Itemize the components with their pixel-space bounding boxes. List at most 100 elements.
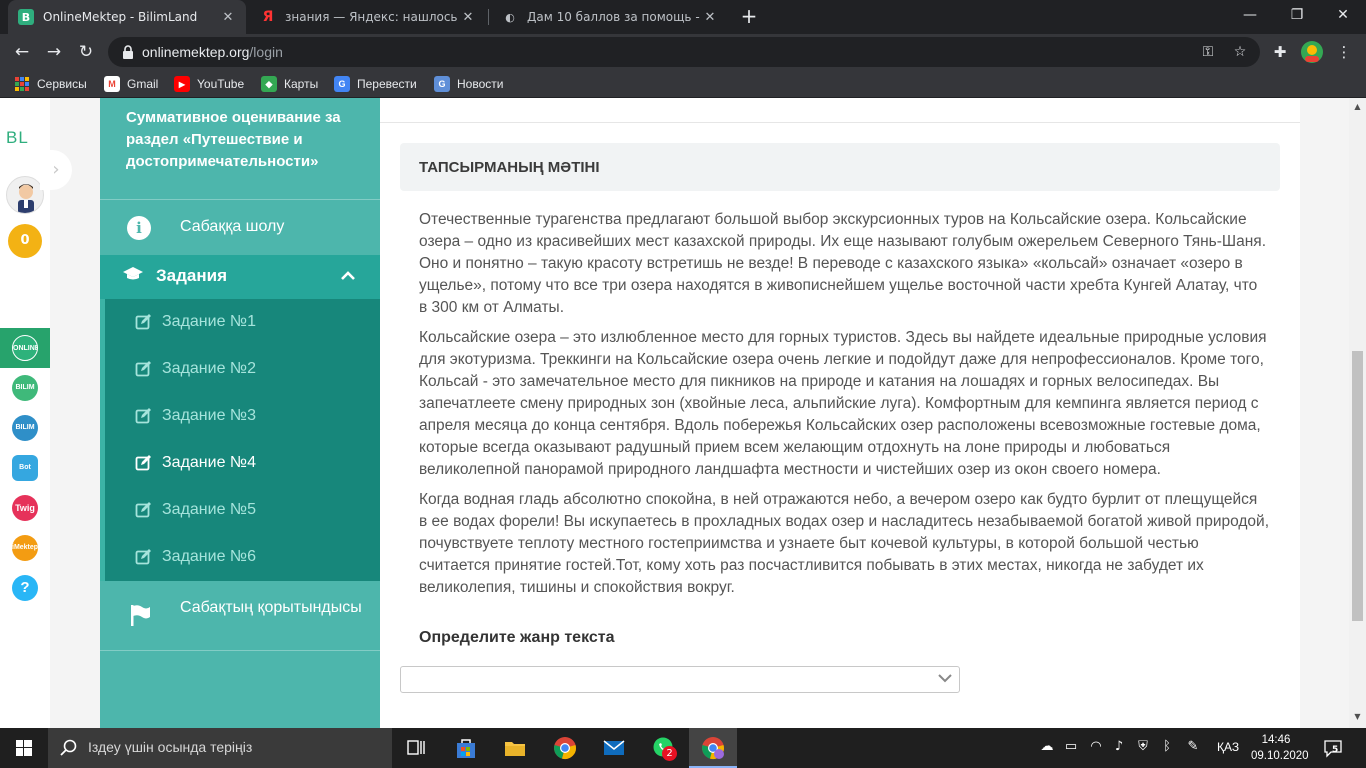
edit-icon [135,549,151,565]
tab-znanija[interactable]: ◐ Дам 10 баллов за помощь - Шк ✕ [492,0,728,34]
address-bar[interactable]: onlinemektep.org/login ⚿ ☆ [108,37,1260,67]
avatar[interactable] [6,176,44,214]
bot-app-icon[interactable]: Bot [12,455,38,481]
task-item-4-current[interactable]: Задание №4 [105,440,380,487]
translate-icon: G [334,76,350,92]
defender-shield-icon[interactable]: ⛨ [1134,739,1152,754]
sidebar-item-tasks[interactable]: Задания [100,255,380,299]
clock[interactable]: 14:46 09.10.2020 [1251,732,1309,764]
lock-icon [123,45,133,59]
gmail-icon: M [104,76,120,92]
apps-grid-icon [14,76,30,92]
mail-icon [603,740,625,755]
store-app[interactable] [442,728,490,768]
expand-sidebar-chevron-icon[interactable]: › [40,150,72,190]
bookmark-news[interactable]: G Новости [434,75,503,93]
sidebar-item-overview[interactable]: i Сабаққа шолу [100,199,380,255]
lesson-sidebar: Суммативное оценивание за раздел «Путеше… [100,98,380,728]
bilimland-logo[interactable]: BL [6,128,29,148]
task-item-5[interactable]: Задание №5 [105,487,380,534]
page-scrollbar[interactable]: ▲ ▼ [1349,98,1366,728]
info-icon: i [127,216,151,240]
onedrive-icon[interactable]: ☁ [1038,739,1056,754]
close-tab-icon[interactable]: ✕ [220,10,236,25]
key-icon[interactable]: ⚿ [1200,44,1216,60]
task-item-1[interactable]: Задание №1 [105,299,380,346]
help-icon[interactable]: ? [12,575,38,601]
student-avatar-graphic [18,184,34,213]
task-item-2[interactable]: Задание №2 [105,346,380,393]
taskbar-search[interactable]: Іздеу үшін осында теріңіз [48,728,392,768]
bookmarks-bar: Сервисы M Gmail ▶ YouTube ◆ Карты G Пере… [0,70,1366,98]
sidebar-item-label: Задания [156,266,227,285]
bookmark-translate[interactable]: G Перевести [334,75,417,93]
input-language[interactable]: ҚАЗ [1217,740,1239,754]
chrome-app[interactable] [541,728,589,768]
scrollbar-thumb[interactable] [1352,351,1363,621]
sidebar-item-conclusion[interactable]: Сабақтың қорытындысы [100,581,380,651]
task-card: ТАПСЫРМАНЫҢ МӘТІНІ Отечественные тураген… [380,98,1300,728]
task-view-icon [407,740,425,755]
bilim-book-app-icon[interactable]: BILIM Book [12,415,38,441]
bilimland-favicon-icon: B [18,9,34,25]
reload-icon[interactable]: ↻ [74,40,98,64]
chrome-icon [554,737,576,759]
new-tab-plus-icon[interactable]: + [737,4,761,28]
close-window-icon[interactable]: ✕ [1320,0,1366,32]
close-tab-icon[interactable]: ✕ [460,10,476,25]
chevron-up-icon[interactable] [340,268,356,284]
search-placeholder: Іздеу үшін осында теріңіз [88,739,253,755]
file-explorer-app[interactable] [491,728,539,768]
task-view-button[interactable] [392,728,440,768]
online-mektep-app-icon[interactable]: ONLINE MEKTEP [12,335,38,361]
bookmark-gmail[interactable]: M Gmail [104,75,158,93]
minimize-icon[interactable]: — [1227,0,1273,32]
bookmark-maps[interactable]: ◆ Карты [261,75,318,93]
scroll-up-arrow-icon[interactable]: ▲ [1353,102,1362,111]
bookmark-services[interactable]: Сервисы [14,75,87,93]
answer-dropdown[interactable] [400,666,960,693]
bilim-land-app-icon[interactable]: BILIM Land [12,375,38,401]
profile-avatar-icon[interactable] [1300,40,1324,64]
edit-icon [135,314,151,330]
windows-taskbar: Іздеу үшін осында теріңіз 2 ☁ ▭ ◠ ♪ ⛨ ᛒ … [0,728,1366,768]
tab-yandex[interactable]: Я знания — Яндекс: нашлось 32 м ✕ [250,0,486,34]
action-center-button[interactable]: 5 [1323,738,1343,758]
extensions-puzzle-icon[interactable]: ✚ [1268,40,1292,64]
twig-app-icon[interactable]: Twig [12,495,38,521]
browser-tab-bar: B OnlineMektep - BilimLand ✕ Я знания — … [0,0,1366,34]
pen-workspace-icon[interactable]: ✎ [1184,739,1202,754]
task-item-3[interactable]: Задание №3 [105,393,380,440]
notification-count: 5 [1332,745,1339,755]
back-arrow-icon[interactable]: ← [10,40,34,64]
scroll-down-arrow-icon[interactable]: ▼ [1353,712,1362,721]
close-tab-icon[interactable]: ✕ [702,10,718,25]
whatsapp-app[interactable]: 2 [640,728,688,768]
network-icon[interactable]: ◠ [1087,739,1105,754]
bookmark-star-icon[interactable]: ☆ [1232,44,1248,60]
task-text: Отечественные турагенства предлагают бол… [419,209,1269,607]
folder-icon [505,742,525,756]
coin-counter[interactable]: 0 [8,224,42,258]
volume-icon[interactable]: ♪ [1110,739,1128,754]
section-heading: ТАПСЫРМАНЫҢ МӘТІНІ [419,159,600,176]
url-host: onlinemektep.org [142,44,250,60]
battery-icon[interactable]: ▭ [1062,739,1080,754]
restore-icon[interactable]: ❐ [1274,0,1320,32]
question-prompt: Определите жанр текста [419,629,615,646]
graduation-cap-icon [122,266,144,287]
imektep-app-icon[interactable]: iMektep [12,535,38,561]
bluetooth-icon[interactable]: ᛒ [1158,739,1176,754]
start-button[interactable] [0,728,48,768]
mail-app[interactable] [590,728,638,768]
bookmark-youtube[interactable]: ▶ YouTube [174,75,244,93]
task-item-6[interactable]: Задание №6 [105,534,380,581]
tab-onlinemektep[interactable]: B OnlineMektep - BilimLand ✕ [8,0,246,34]
chrome-profile-app[interactable] [689,728,737,768]
profile-avatar-graphic [1301,41,1323,63]
chevron-down-icon [938,674,952,683]
forward-arrow-icon[interactable]: → [42,40,66,64]
clock-time: 14:46 [1261,734,1291,746]
chrome-menu-icon[interactable]: ⋮ [1332,40,1356,64]
tasks-submenu: Задание №1 Задание №2 Задание №3 Задание… [100,299,380,581]
